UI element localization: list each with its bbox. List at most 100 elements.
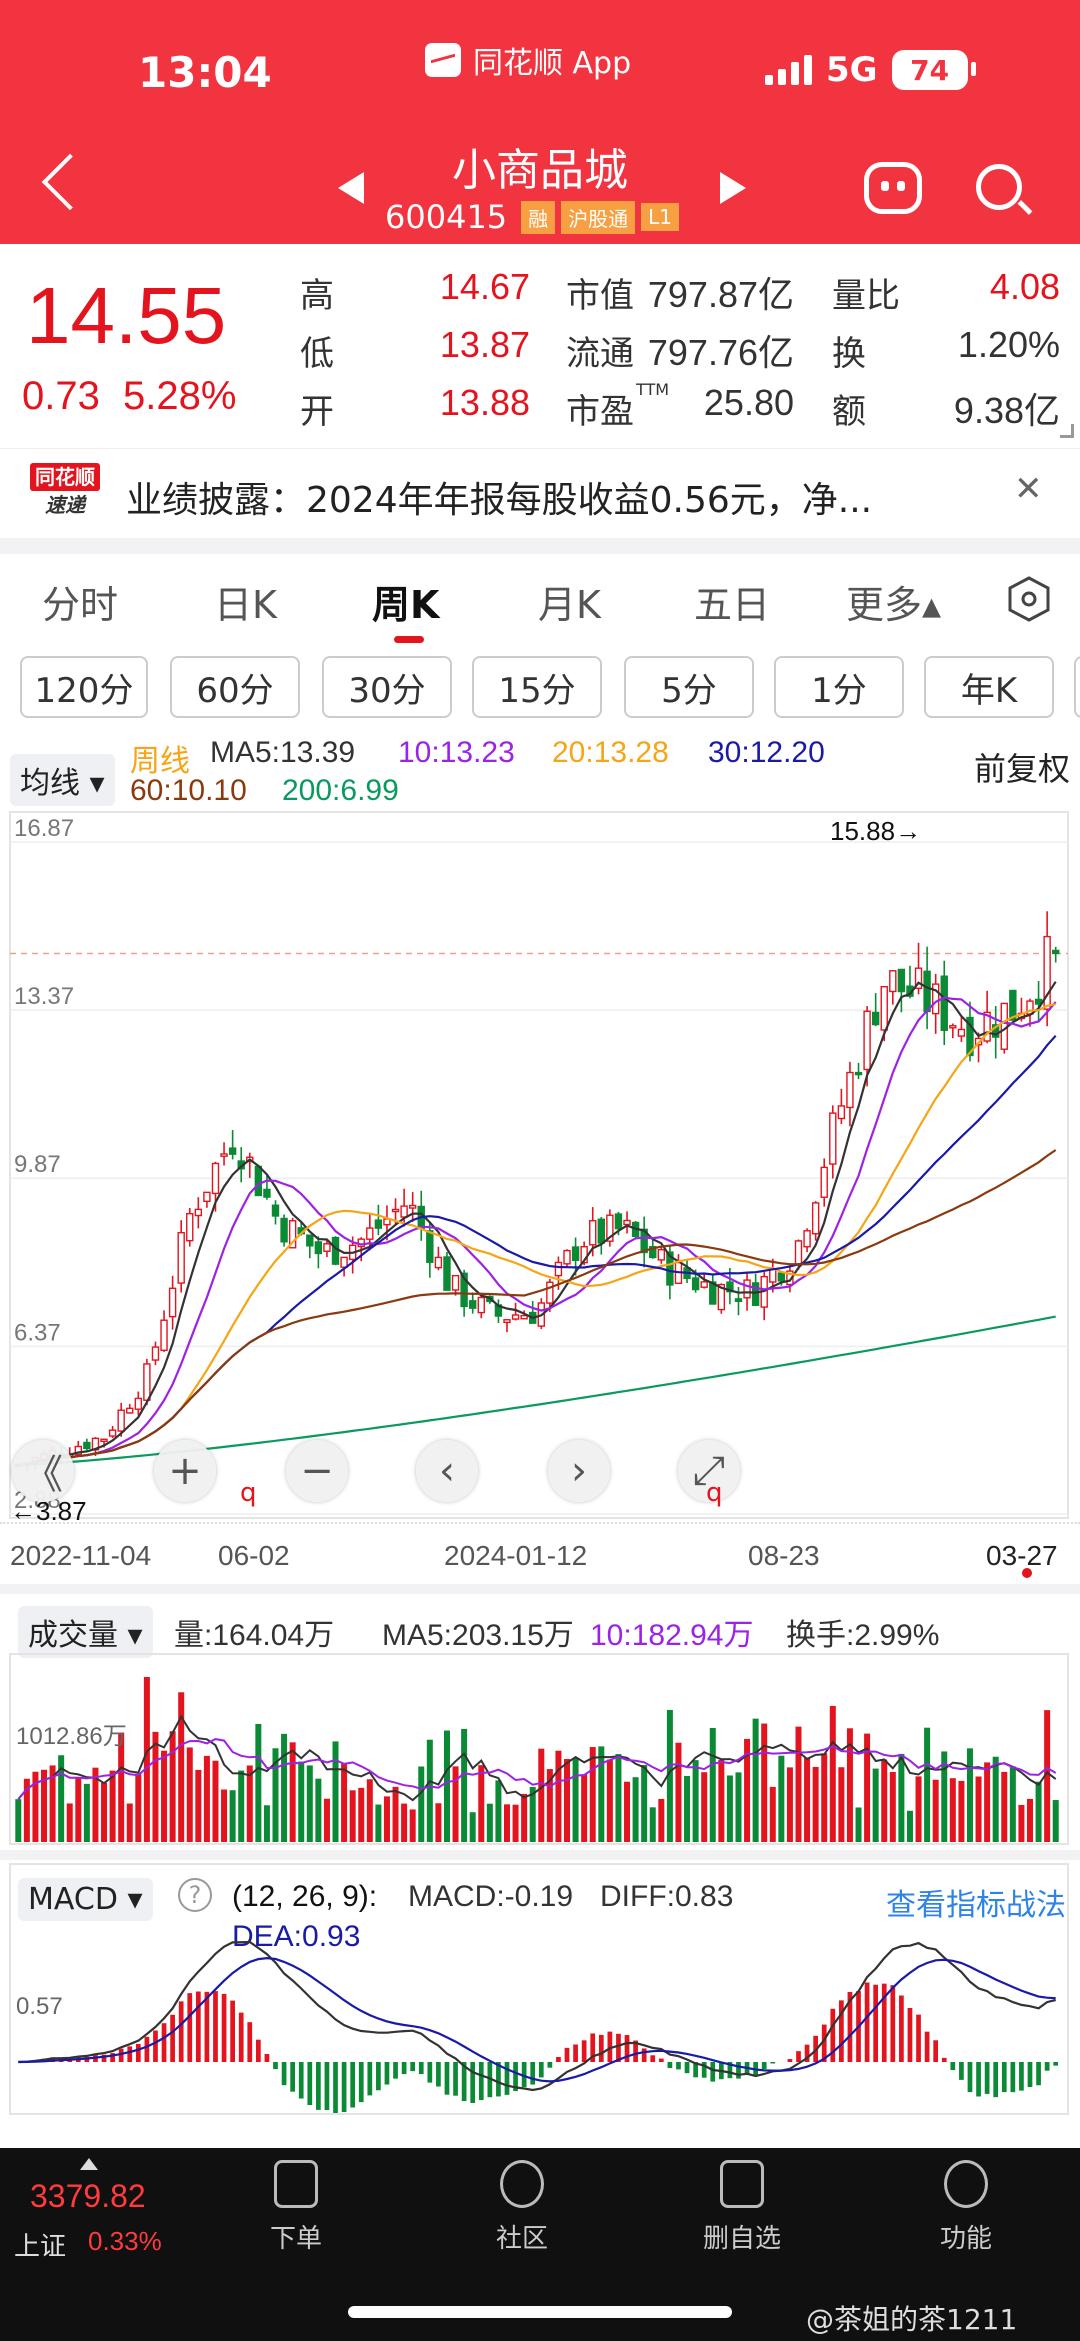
zoom-out-button[interactable]: − (286, 1440, 348, 1502)
candle-body (623, 1219, 631, 1226)
volume-bar (143, 1677, 150, 1842)
adjust-selector[interactable]: 前复权 (974, 744, 1070, 790)
candle-body (160, 1319, 168, 1352)
search-icon[interactable] (976, 164, 1022, 210)
volume-bar (786, 1767, 793, 1842)
volume-bar (915, 1776, 922, 1842)
candle-body (589, 1220, 597, 1246)
volume-bar (838, 1767, 845, 1842)
volume-bar (221, 1789, 228, 1842)
tab-weekly[interactable]: 周K (372, 574, 439, 629)
nav-community[interactable]: 社区 (462, 2160, 582, 2255)
tab-more[interactable]: 更多▴ (846, 574, 941, 629)
scroll-left-button[interactable]: ‹ (416, 1440, 478, 1502)
candle-body (323, 1243, 331, 1252)
nav-remove-watchlist[interactable]: 删自选 (682, 2160, 802, 2255)
volume-bar (83, 1783, 90, 1842)
tab-daily[interactable]: 日K (214, 574, 277, 629)
volume-bar (1001, 1771, 1008, 1842)
y-tick-labels: 16.8713.379.876.372.88 (14, 815, 74, 1514)
volume-bar (778, 1755, 785, 1842)
vol-label: 量:164.04万 (174, 1619, 335, 1652)
candle-body (743, 1279, 751, 1299)
chip-15m[interactable]: 15分 (472, 656, 602, 718)
chip-120m[interactable]: 120分 (20, 656, 148, 718)
ma-selector[interactable]: 均线 ▾ (10, 754, 115, 806)
volume-bar (1018, 1804, 1025, 1842)
volume-bar (135, 1773, 142, 1842)
settings-hexagon-icon[interactable] (1006, 576, 1052, 622)
tab-5day[interactable]: 五日 (694, 574, 770, 629)
tab-monthly[interactable]: 月K (538, 574, 601, 629)
x-tick: 03-27 (986, 1540, 1058, 1571)
volume-bar (281, 1733, 288, 1842)
stat-value: 13.88 (439, 382, 530, 423)
ma60-label: 60:10.10 (130, 774, 247, 807)
news-banner[interactable]: 同花顺 速递 业绩披露：2024年年报每股收益0.56元，净... ✕ (0, 448, 1080, 536)
close-icon[interactable]: ✕ (1014, 469, 1043, 509)
candle-body (400, 1205, 408, 1218)
x-tick: 06-02 (218, 1540, 290, 1571)
candle-body (134, 1397, 143, 1410)
volume-bar (66, 1803, 73, 1842)
active-tab-indicator (394, 636, 424, 643)
candle-body (374, 1219, 383, 1229)
candle-body (83, 1441, 91, 1450)
candle-body (168, 1287, 177, 1318)
candle-body (203, 1191, 211, 1202)
volume-bar (932, 1779, 939, 1842)
volume-bar (383, 1796, 390, 1842)
volume-chart[interactable]: 1012.86万 (0, 1652, 1080, 1846)
candle-body (554, 1261, 563, 1277)
chip-60m[interactable]: 60分 (170, 656, 300, 718)
scroll-right-button[interactable]: › (548, 1440, 610, 1502)
volume-bar (692, 1760, 699, 1842)
volume-bar (898, 1753, 905, 1842)
chip-5m[interactable]: 5分 (624, 656, 754, 718)
stat-label: 量比 (832, 276, 900, 316)
header: 13:04 同花顺 App 5G 74 小商品城 600415 融 沪股通 L1 (0, 0, 1080, 244)
candle-body (391, 1208, 400, 1213)
volume-bar (718, 1759, 725, 1842)
volume-bar (109, 1770, 116, 1842)
volume-bar (958, 1780, 965, 1842)
event-marker-icon[interactable]: q (706, 1478, 723, 1508)
candle-body (254, 1165, 263, 1197)
expand-corner-icon[interactable] (1060, 424, 1074, 438)
next-stock-icon[interactable] (720, 172, 746, 204)
ma5-label: MA5:13.39 (210, 736, 356, 769)
volume-bar (426, 1739, 433, 1842)
divider (0, 1850, 1080, 1860)
stat-value: 14.67 (439, 266, 530, 307)
robot-icon[interactable] (864, 162, 922, 214)
collapse-left-button[interactable]: 《 (12, 1440, 74, 1502)
chip-year[interactable]: 年K (924, 656, 1054, 718)
candle-body (503, 1319, 511, 1324)
candle-body (691, 1277, 700, 1291)
event-marker-icon[interactable]: q (240, 1478, 257, 1508)
volume-bar (538, 1748, 545, 1842)
tag-level: L1 (641, 203, 680, 231)
volume-bar (1052, 1800, 1059, 1842)
index-value[interactable]: 3379.82 (30, 2178, 146, 2215)
chip-overflow[interactable] (1074, 656, 1080, 718)
volume-bar (306, 1765, 313, 1842)
nav-functions[interactable]: 功能 (906, 2160, 1026, 2255)
candle-body (211, 1162, 220, 1195)
nav-order[interactable]: 下单 (236, 2160, 356, 2255)
chip-30m[interactable]: 30分 (322, 656, 452, 718)
chip-1m[interactable]: 1分 (774, 656, 904, 718)
volume-bar (255, 1723, 262, 1842)
kline-chart[interactable]: 16.8713.379.876.372.88 15.88→ ←3.87 (0, 808, 1080, 1528)
candle-body (597, 1218, 606, 1244)
zoom-in-button[interactable]: + (154, 1440, 216, 1502)
volume-bar (769, 1786, 776, 1842)
ma-line-20 (18, 1003, 1056, 1467)
watermark: @茶姐的茶1211 (806, 2303, 1018, 2336)
tab-fenshi[interactable]: 分时 (42, 574, 118, 629)
volume-bar (1035, 1781, 1042, 1842)
volume-bar (349, 1790, 356, 1842)
macd-chart[interactable]: 0.57 (0, 1862, 1080, 2116)
candle-body (734, 1298, 743, 1302)
volume-selector[interactable]: 成交量 ▾ (18, 1606, 153, 1658)
